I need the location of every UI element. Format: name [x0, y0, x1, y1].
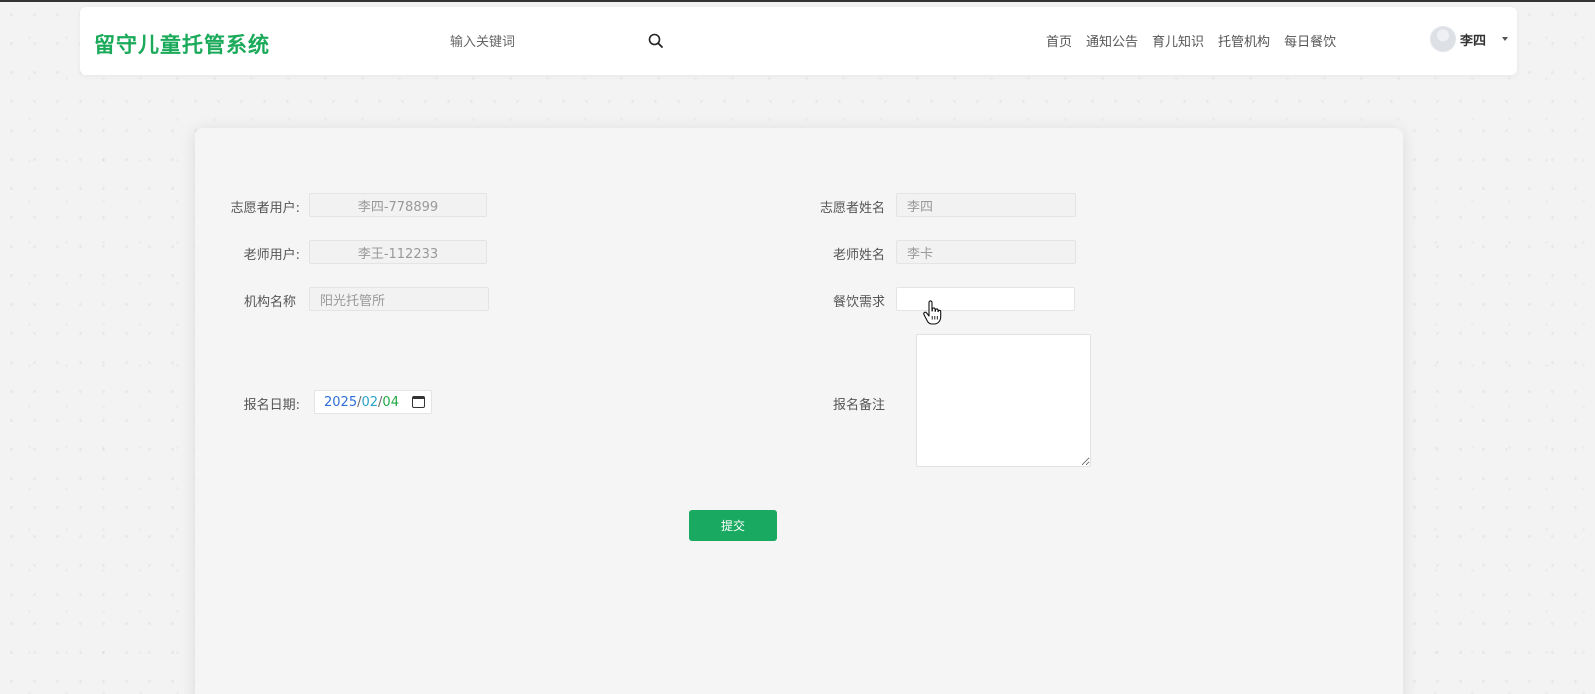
top-header: 留守儿童托管系统 首页 通知公告 育儿知识 托管机构 每日餐饮 李四	[80, 7, 1517, 75]
window-top-border	[0, 0, 1595, 2]
teacher-account-field[interactable]	[309, 240, 487, 264]
date-year[interactable]: 2025	[324, 395, 357, 410]
teacher-name-label: 老师姓名	[832, 248, 885, 263]
user-menu[interactable]: 李四	[1430, 26, 1509, 52]
date-month[interactable]: 02	[361, 395, 378, 410]
signup-note-label: 报名备注	[832, 398, 885, 413]
meal-requirement-label: 餐饮需求	[832, 295, 885, 310]
caret-down-icon[interactable]	[1502, 37, 1509, 41]
search-input[interactable]	[440, 31, 640, 53]
signup-date-input[interactable]: 2025/02/04	[314, 390, 432, 414]
signup-date-label: 报名日期:	[243, 398, 300, 413]
signup-form-card: 志愿者用户: 志愿者姓名 老师用户: 老师姓名 机构名称 餐饮需求 报名日期: …	[195, 128, 1403, 694]
institution-name-field[interactable]	[309, 287, 489, 311]
volunteer-account-field[interactable]	[309, 193, 487, 217]
nav-notices[interactable]: 通知公告	[1086, 31, 1138, 50]
hand-pointer-icon	[923, 300, 942, 325]
nav-parenting[interactable]: 育儿知识	[1152, 31, 1204, 50]
avatar[interactable]	[1430, 26, 1456, 52]
volunteer-name-field[interactable]	[896, 193, 1076, 217]
main-nav: 首页 通知公告 育儿知识 托管机构 每日餐饮	[1046, 31, 1336, 50]
site-logo[interactable]: 留守儿童托管系统	[94, 29, 270, 59]
search-icon[interactable]	[647, 32, 665, 50]
volunteer-name-label: 志愿者姓名	[819, 201, 885, 216]
volunteer-account-label: 志愿者用户:	[230, 201, 300, 216]
nav-home[interactable]: 首页	[1046, 31, 1072, 50]
calendar-icon[interactable]	[412, 396, 425, 408]
signup-note-textarea[interactable]	[916, 334, 1091, 467]
institution-name-label: 机构名称	[243, 295, 296, 310]
nav-institutions[interactable]: 托管机构	[1218, 31, 1270, 50]
teacher-account-label: 老师用户:	[243, 248, 300, 263]
teacher-name-field[interactable]	[896, 240, 1076, 264]
submit-button[interactable]: 提交	[689, 510, 777, 541]
nav-daily-meals[interactable]: 每日餐饮	[1284, 31, 1336, 50]
user-name[interactable]: 李四	[1460, 30, 1486, 49]
date-day[interactable]: 04	[382, 395, 399, 410]
